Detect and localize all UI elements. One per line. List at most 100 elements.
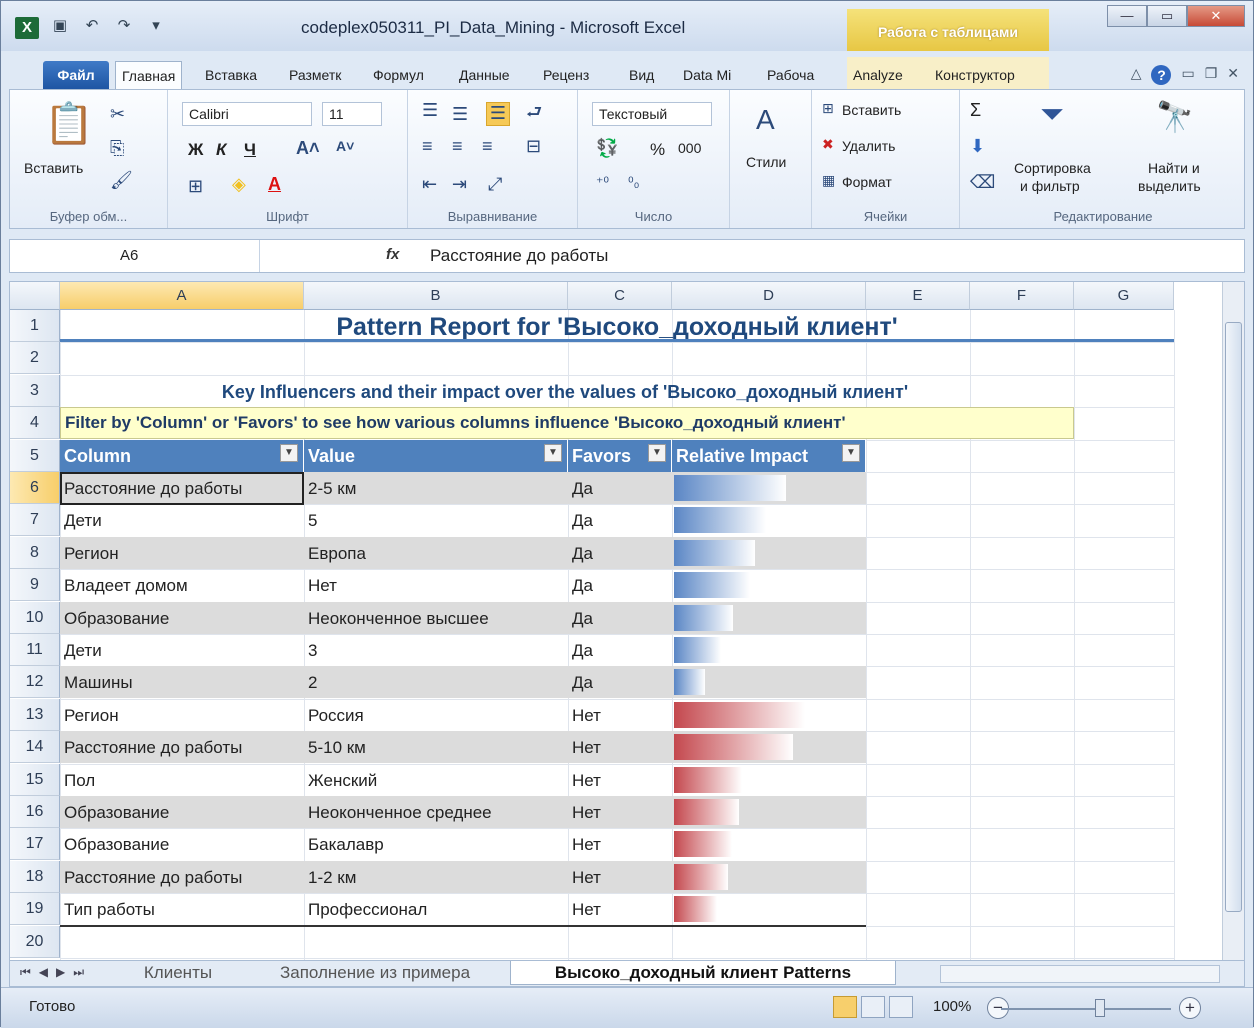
sheet-tab-clients[interactable]: Клиенты	[130, 961, 226, 985]
cell-column[interactable]: Расстояние до работы	[60, 860, 304, 893]
row-header-6[interactable]: 6	[10, 472, 60, 504]
cell-favors[interactable]: Да	[568, 634, 672, 666]
row-header-3[interactable]: 3	[10, 374, 60, 407]
table-header-relative-impact[interactable]: Relative Impact ▼	[672, 439, 866, 472]
cell-column[interactable]: Образование	[60, 796, 304, 828]
tab-design[interactable]: Конструктор	[929, 61, 1021, 89]
cell-column[interactable]: Пол	[60, 764, 304, 796]
zoom-slider[interactable]	[1001, 1008, 1171, 1010]
tab-file[interactable]: Файл	[43, 61, 109, 89]
row-header-9[interactable]: 9	[10, 569, 60, 602]
col-header-d[interactable]: D	[672, 282, 866, 310]
row-header-19[interactable]: 19	[10, 893, 60, 926]
row-header-4[interactable]: 4	[10, 407, 60, 440]
find-select-label-1[interactable]: Найти и	[1148, 160, 1200, 176]
autosum-button[interactable]: Σ	[970, 100, 981, 121]
formula-input[interactable]: Расстояние до работы	[430, 240, 608, 272]
undo-icon[interactable]: ↶	[81, 15, 103, 37]
filter-dropdown-icon[interactable]: ▼	[842, 443, 860, 462]
merge-center-icon[interactable]: ⊟	[526, 136, 541, 157]
delete-cells-button[interactable]: Удалить	[842, 138, 895, 154]
row-header-14[interactable]: 14	[10, 731, 60, 764]
cell-favors[interactable]: Нет	[568, 860, 672, 893]
cell-column[interactable]: Дети	[60, 634, 304, 666]
redo-icon[interactable]: ↷	[113, 15, 135, 37]
format-painter-icon[interactable]: 🖌	[110, 170, 133, 191]
paste-icon[interactable]: 📋	[44, 100, 94, 147]
cell-favors[interactable]: Нет	[568, 764, 672, 796]
styles-button[interactable]: Стили	[746, 154, 786, 170]
row-header-8[interactable]: 8	[10, 536, 60, 569]
tab-home[interactable]: Главная	[115, 61, 183, 89]
page-layout-view-icon[interactable]	[861, 996, 885, 1018]
clear-icon[interactable]: ⌫	[970, 172, 995, 193]
excel-logo-icon[interactable]: X	[15, 17, 39, 39]
sheet-tab-patterns[interactable]: Высоко_доходный клиент Patterns	[510, 961, 896, 985]
col-header-a[interactable]: A	[60, 282, 304, 310]
percent-button[interactable]: %	[650, 140, 665, 160]
help-icon[interactable]: ?	[1151, 65, 1172, 85]
name-box[interactable]: A6	[10, 240, 260, 272]
cell-favors[interactable]: Да	[568, 569, 672, 601]
cell-column[interactable]: Регион	[60, 699, 304, 731]
row-header-7[interactable]: 7	[10, 504, 60, 537]
sheet-nav-icons[interactable]: ⏮◀▶⏭	[20, 965, 92, 980]
cell-column[interactable]: Регион	[60, 536, 304, 569]
find-select-icon[interactable]: 🔭	[1156, 100, 1193, 135]
tab-insert[interactable]: Вставка	[199, 61, 263, 89]
tab-review[interactable]: Реценз	[537, 61, 595, 89]
close-button[interactable]: ✕	[1187, 5, 1245, 27]
tab-analyze[interactable]: Analyze	[847, 61, 909, 89]
cell-value[interactable]: Европа	[304, 536, 568, 569]
cell-value[interactable]: Неоконченное среднее	[304, 796, 568, 828]
decrease-indent-icon[interactable]: ⇤	[422, 174, 437, 195]
collapse-ribbon-icon[interactable]: △	[1131, 65, 1142, 85]
borders-icon[interactable]: ⊞	[188, 176, 203, 197]
filter-dropdown-icon[interactable]: ▼	[280, 443, 298, 462]
thousands-button[interactable]: 000	[678, 140, 701, 156]
align-middle-icon[interactable]: ☰	[452, 104, 468, 125]
insert-cells-icon[interactable]: ⊞	[822, 100, 834, 117]
font-size-select[interactable]: 11	[322, 102, 382, 126]
minimize-workbook-icon[interactable]: ▭	[1181, 65, 1194, 85]
cell-column[interactable]: Владеет домом	[60, 569, 304, 601]
row-header-16[interactable]: 16	[10, 796, 60, 828]
table-header-value[interactable]: Value ▼	[304, 439, 568, 472]
sort-filter-icon[interactable]: ⏷	[1040, 98, 1064, 132]
row-header-18[interactable]: 18	[10, 860, 60, 893]
cell-value[interactable]: 5	[304, 504, 568, 536]
format-cells-button[interactable]: Формат	[842, 174, 892, 190]
col-header-e[interactable]: E	[866, 282, 970, 310]
select-all-corner[interactable]	[10, 282, 60, 310]
cell-column[interactable]: Машины	[60, 666, 304, 699]
row-header-2[interactable]: 2	[10, 342, 60, 375]
format-cells-icon[interactable]: ▦	[822, 172, 835, 189]
wrap-text-icon[interactable]: ⮐	[526, 100, 542, 130]
col-header-b[interactable]: B	[304, 282, 568, 310]
italic-button[interactable]: К	[216, 140, 226, 160]
cell-favors[interactable]: Нет	[568, 796, 672, 828]
tab-workspace[interactable]: Рабоча	[761, 61, 820, 89]
tab-page-layout[interactable]: Разметк	[283, 61, 347, 89]
worksheet-grid[interactable]: A B C D E F G 1 2 3 4 5 6 7 8 9 10 11 12 13 14 15 16 17 1…	[9, 281, 1245, 961]
page-break-view-icon[interactable]	[889, 996, 913, 1018]
cell-favors[interactable]: Да	[568, 601, 672, 634]
filter-dropdown-icon[interactable]: ▼	[544, 443, 562, 462]
row-header-15[interactable]: 15	[10, 763, 60, 796]
row-header-13[interactable]: 13	[10, 698, 60, 731]
maximize-button[interactable]: ▭	[1147, 5, 1187, 27]
number-format-select[interactable]: Текстовый	[592, 102, 712, 126]
tab-formulas[interactable]: Формул	[367, 61, 430, 89]
cell-column[interactable]: Образование	[60, 828, 304, 860]
orientation-icon[interactable]: ⤢	[488, 174, 502, 195]
cell-favors[interactable]: Да	[568, 472, 672, 504]
minimize-button[interactable]: —	[1107, 5, 1147, 27]
font-name-select[interactable]: Calibri	[182, 102, 312, 126]
cell-favors[interactable]: Да	[568, 666, 672, 699]
zoom-in-icon[interactable]: +	[1179, 997, 1201, 1019]
col-header-g[interactable]: G	[1074, 282, 1174, 310]
cell-value[interactable]: 2	[304, 666, 568, 699]
table-header-column[interactable]: Column ▼	[60, 439, 304, 472]
tab-data-mining[interactable]: Data Mi	[677, 61, 737, 89]
cell-value[interactable]: Россия	[304, 699, 568, 731]
